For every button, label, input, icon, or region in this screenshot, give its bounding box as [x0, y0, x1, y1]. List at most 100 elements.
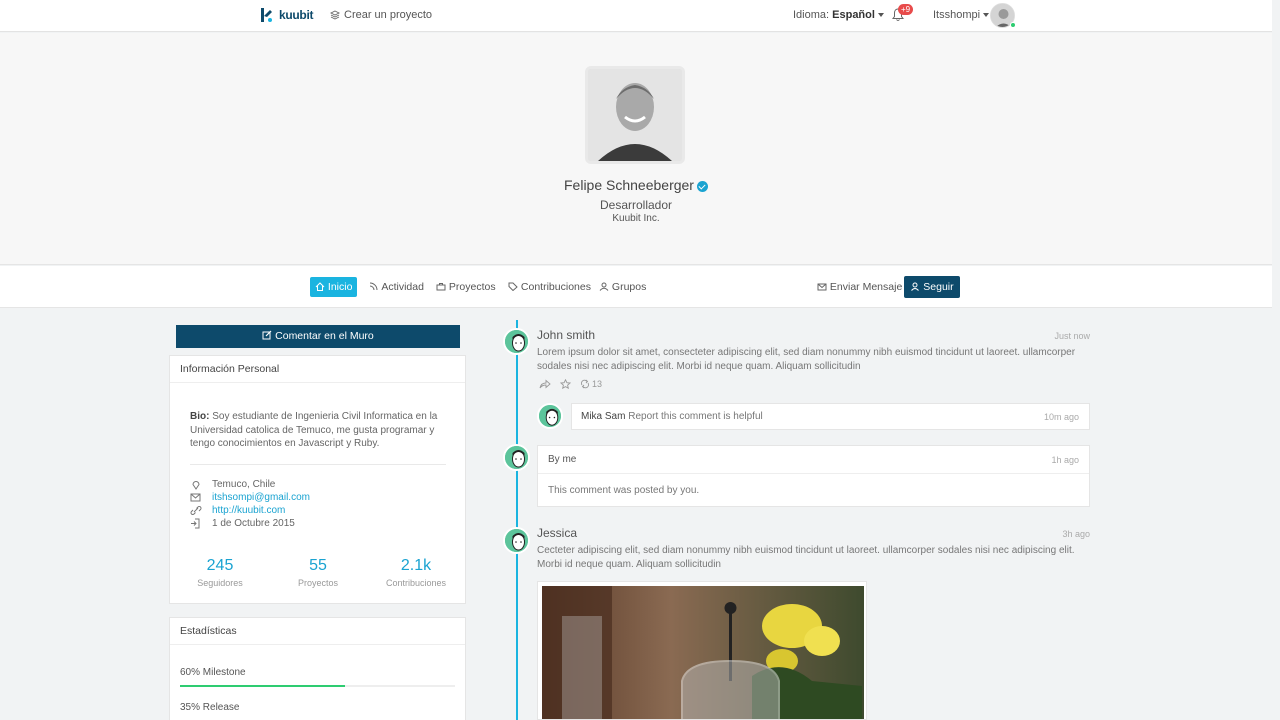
personal-info-card: Información Personal Bio: Soy estudiante…	[169, 355, 466, 604]
kuubit-logo-icon	[261, 8, 273, 22]
profile-header: Felipe Schneeberger Desarrollador Kuubit…	[0, 33, 1272, 265]
timeline-line	[516, 320, 518, 720]
online-status-dot	[1010, 22, 1016, 28]
comment-text: This comment was posted by you.	[548, 485, 700, 496]
stat-label: Seguidores	[197, 578, 243, 588]
post-actions: 13	[539, 379, 602, 389]
create-project-link[interactable]: Crear un proyecto	[330, 9, 432, 21]
profile-role: Desarrollador	[599, 198, 673, 212]
statistics-title: Estadísticas	[170, 618, 465, 645]
follow-label: Seguir	[923, 281, 954, 293]
tag-icon	[508, 282, 518, 292]
wall-comment-label: Comentar en el Muro	[275, 330, 374, 342]
retweet-action[interactable]: 13	[580, 379, 602, 389]
top-navbar: kuubit Crear un proyecto Idioma: Español…	[0, 0, 1272, 32]
tab-actividad[interactable]: Actividad	[364, 277, 429, 297]
joined-row: 1 de Octubre 2015	[190, 518, 295, 529]
brand-name: kuubit	[279, 8, 314, 22]
profile-photo	[585, 66, 685, 164]
stat-projects[interactable]: 55 Proyectos	[268, 557, 368, 588]
reply-content: Mika Sam Report this comment is helpful	[581, 411, 763, 422]
follow-button[interactable]: Seguir	[904, 276, 960, 298]
wall-comment-button[interactable]: Comentar en el Muro	[176, 325, 460, 348]
star-icon[interactable]	[560, 379, 571, 389]
tab-inicio[interactable]: Inicio	[310, 277, 358, 297]
website-link[interactable]: http://kuubit.com	[212, 505, 285, 516]
briefcase-icon	[436, 283, 446, 291]
email-link[interactable]: itshsompi@gmail.com	[212, 492, 310, 503]
stat-label: Contribuciones	[385, 578, 447, 588]
stat-contributions[interactable]: 2.1k Contribuciones	[366, 557, 466, 588]
stat-value: 55	[309, 557, 327, 574]
milestone-progress-bar	[180, 685, 455, 687]
retweet-count: 13	[592, 379, 603, 389]
post-author[interactable]: Jessica	[537, 526, 577, 540]
comment-box: By me 1h ago This comment was posted by …	[537, 445, 1090, 507]
tab-label: Contribuciones	[520, 281, 591, 293]
post-text: Cecteter adipiscing elit, sed diam nonum…	[537, 545, 1075, 570]
profile-name-text: Felipe Schneeberger	[564, 177, 694, 193]
chevron-down-icon	[983, 13, 990, 18]
brand-logo[interactable]: kuubit	[261, 8, 314, 22]
language-label: Idioma:	[793, 9, 830, 21]
milestone-label: 60% Milestone	[180, 667, 246, 678]
retweet-icon	[581, 379, 589, 389]
tab-proyectos[interactable]: Proyectos	[431, 277, 501, 297]
location-text: Temuco, Chile	[212, 479, 276, 490]
language-value: Español	[832, 9, 875, 21]
tab-label: Proyectos	[448, 281, 496, 293]
tab-label: Actividad	[381, 281, 424, 293]
tab-label: Inicio	[327, 281, 353, 293]
avatar	[503, 527, 530, 554]
profile-company: Kuubit Inc.	[612, 213, 660, 224]
post-time: Just now	[1054, 331, 1090, 341]
post-photo	[542, 586, 864, 719]
tab-grupos[interactable]: Grupos	[594, 277, 651, 297]
post-text: Lorem ipsum dolor sit amet, consecteter …	[537, 347, 1076, 372]
notifications-badge: +9	[898, 4, 914, 15]
personal-info-title: Información Personal	[170, 356, 465, 383]
users-icon	[599, 282, 609, 291]
link-icon	[190, 506, 202, 515]
milestone-progress-fill	[180, 685, 345, 687]
stat-label: Proyectos	[297, 578, 339, 588]
share-icon[interactable]	[539, 379, 551, 389]
stat-value: 245	[206, 557, 234, 574]
tab-label: Grupos	[611, 281, 647, 293]
send-message-button[interactable]: Enviar Mensaje	[817, 277, 902, 297]
statistics-card: Estadísticas 60% Milestone 35% Release	[169, 617, 466, 720]
create-project-label: Crear un proyecto	[344, 9, 433, 21]
post-image[interactable]	[537, 581, 867, 720]
rss-icon	[369, 282, 378, 291]
joined-text: 1 de Octubre 2015	[212, 518, 295, 529]
envelope-icon	[817, 283, 827, 291]
layers-icon	[330, 10, 340, 20]
comment-time: 1h ago	[1051, 455, 1079, 465]
user-menu[interactable]: Itsshompi	[933, 9, 990, 21]
avatar	[503, 444, 530, 471]
stat-followers[interactable]: 245 Seguidores	[170, 557, 270, 588]
email-row: itshsompi@gmail.com	[190, 492, 310, 503]
reply-text: Report this comment is helpful	[628, 411, 763, 422]
map-pin-icon	[192, 481, 200, 490]
bio-text: Soy estudiante de Ingenieria Civil Infor…	[190, 411, 438, 449]
location-row: Temuco, Chile	[190, 479, 275, 490]
milestone-label: 35% Release	[180, 702, 240, 713]
username: Itsshompi	[933, 9, 981, 21]
reply-author[interactable]: Mika Sam	[581, 411, 625, 422]
avatar	[537, 403, 563, 429]
avatar	[503, 328, 530, 355]
divider	[538, 473, 1089, 474]
divider	[190, 464, 446, 465]
tab-contribuciones[interactable]: Contribuciones	[503, 277, 596, 297]
language-selector[interactable]: Idioma: Español	[793, 9, 884, 21]
profile-name: Felipe Schneeberger	[0, 177, 1272, 193]
comment-author: By me	[548, 454, 577, 465]
user-icon	[911, 282, 920, 291]
chevron-down-icon	[877, 13, 884, 18]
bio-label: Bio:	[190, 411, 210, 422]
profile-nav: Inicio Actividad Proyectos Contribucione…	[0, 266, 1272, 308]
post-author[interactable]: John smith	[537, 328, 595, 342]
post-time: 3h ago	[1062, 529, 1090, 539]
verified-icon	[696, 180, 708, 192]
